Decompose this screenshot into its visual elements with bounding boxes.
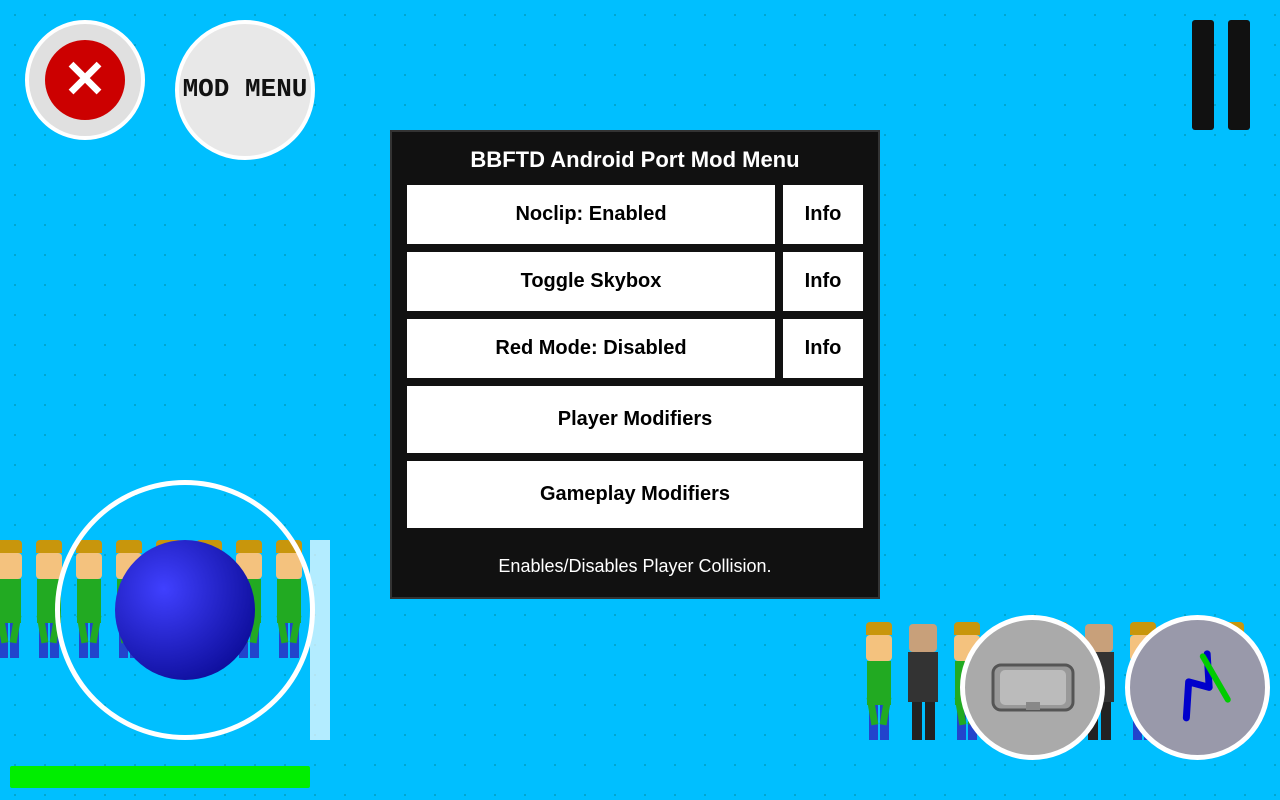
panel-description: Enables/Disables Player Collision. (407, 551, 863, 582)
gameplay-modifiers-button[interactable]: Gameplay Modifiers (407, 461, 863, 528)
redmode-info-button[interactable]: Info (783, 319, 863, 378)
skybox-row: Toggle Skybox Info (407, 252, 863, 311)
mirror-icon (988, 660, 1078, 715)
noclip-info-button[interactable]: Info (783, 185, 863, 244)
noclip-button[interactable]: Noclip: Enabled (407, 185, 775, 244)
mirror-circle[interactable] (960, 615, 1105, 760)
panel-title: BBFTD Android Port Mod Menu (407, 147, 863, 173)
pause-button[interactable] (1192, 20, 1250, 130)
pause-bar-right (1228, 20, 1250, 130)
arrow-circle[interactable] (1125, 615, 1270, 760)
status-bar (10, 766, 310, 788)
close-icon: ✕ (45, 40, 125, 120)
close-button[interactable]: ✕ (25, 20, 145, 140)
ball-circle[interactable] (55, 480, 315, 740)
skybox-info-button[interactable]: Info (783, 252, 863, 311)
mod-menu-button[interactable]: MOD MENU (175, 20, 315, 160)
skybox-button[interactable]: Toggle Skybox (407, 252, 775, 311)
bottom-right-controls (960, 615, 1270, 760)
redmode-button[interactable]: Red Mode: Disabled (407, 319, 775, 378)
blue-ball (115, 540, 255, 680)
mod-panel: BBFTD Android Port Mod Menu Noclip: Enab… (390, 130, 880, 599)
pause-bar-left (1192, 20, 1214, 130)
redmode-row: Red Mode: Disabled Info (407, 319, 863, 378)
baldi-char (0, 540, 28, 740)
dark-char (902, 624, 944, 740)
arrow-icon (1136, 626, 1259, 749)
player-modifiers-button[interactable]: Player Modifiers (407, 386, 863, 453)
noclip-row: Noclip: Enabled Info (407, 185, 863, 244)
mod-menu-label: MOD MENU (183, 74, 308, 105)
baldi-char (860, 622, 898, 740)
